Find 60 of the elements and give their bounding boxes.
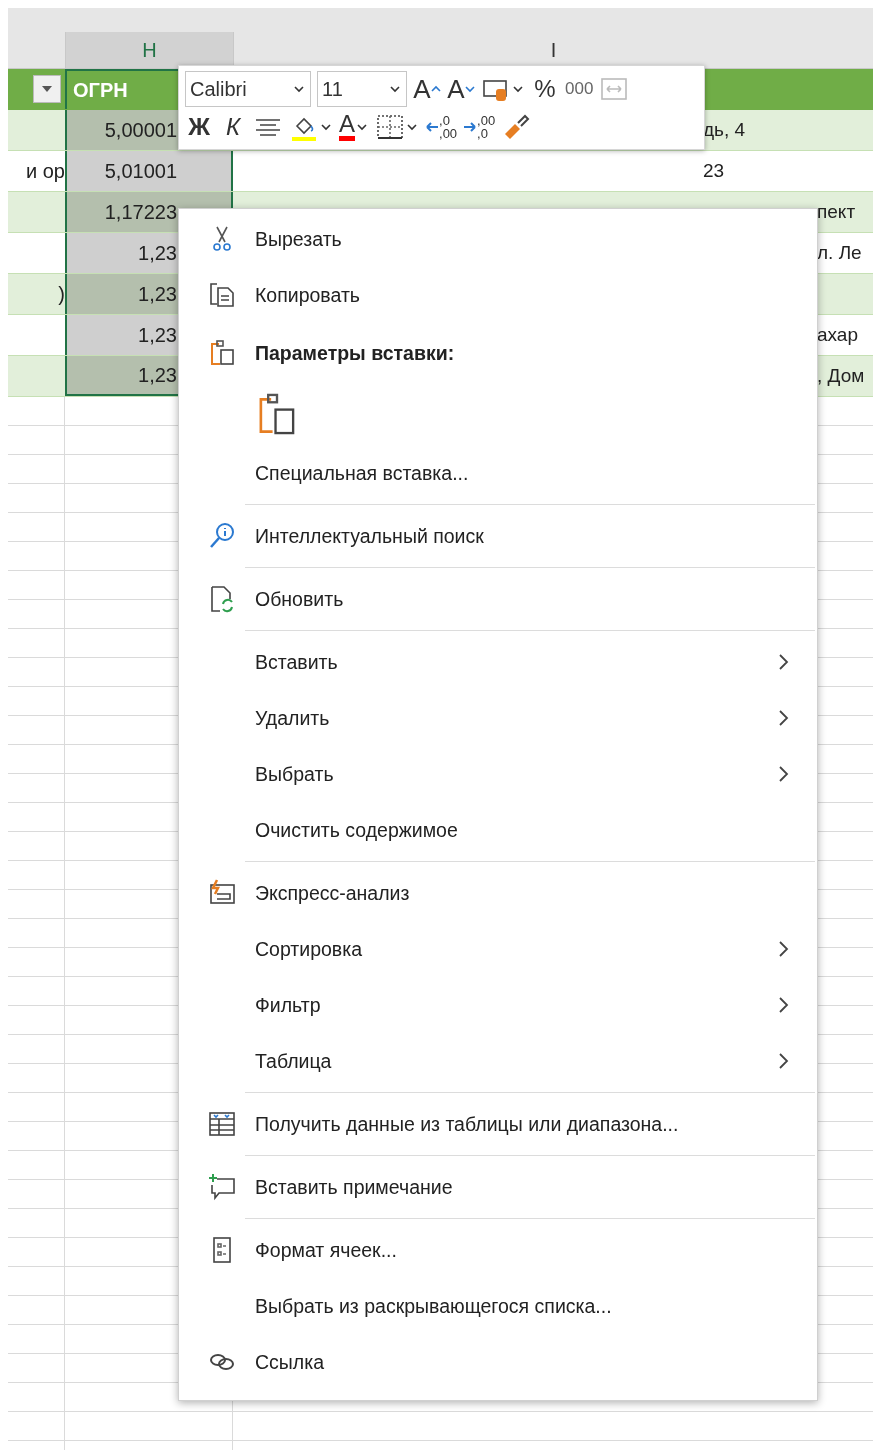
menu-item[interactable]: Выбрать из раскрывающегося списка...: [179, 1278, 817, 1334]
table-cell: 5,01001: [104, 159, 177, 183]
menu-item[interactable]: Вставить: [179, 634, 817, 690]
dropdown-arrow-icon: [40, 84, 54, 94]
menu-item[interactable]: Вырезать: [179, 211, 817, 267]
arrow-icon: [425, 119, 439, 134]
shrink-font-button[interactable]: A: [447, 72, 475, 106]
arrow-icon: [463, 119, 478, 134]
table-cell: л. Ле: [817, 242, 862, 264]
column-header[interactable]: H: [65, 32, 233, 68]
filter-dropdown-button[interactable]: [33, 75, 61, 103]
menu-item[interactable]: Очистить содержимое: [179, 802, 817, 858]
table-cell: и ор: [26, 159, 65, 183]
table-icon: [207, 1109, 237, 1139]
menu-item[interactable]: Вставить примечание: [179, 1159, 817, 1215]
menu-item[interactable]: Ссылка: [179, 1334, 817, 1390]
menu-item[interactable]: Удалить: [179, 690, 817, 746]
table-cell: 1,23: [138, 282, 177, 306]
table-cell: пект: [817, 201, 856, 223]
chevron-right-icon: [777, 995, 791, 1015]
increase-decimal-button[interactable]: ,0 ,00: [425, 109, 458, 144]
table-cell: ): [58, 282, 65, 306]
menu-item[interactable]: Выбрать: [179, 746, 817, 802]
chevron-right-icon: [777, 1051, 791, 1071]
italic-button[interactable]: К: [219, 109, 247, 144]
chevron-right-icon: [777, 939, 791, 959]
chevron-right-icon: [777, 652, 791, 672]
grow-font-button[interactable]: A: [413, 72, 441, 106]
table-cell: 1,17223: [104, 200, 177, 224]
table-cell: ахар: [817, 324, 858, 346]
menu-item[interactable]: Таблица: [179, 1033, 817, 1089]
menu-item[interactable]: Копировать: [179, 267, 817, 323]
menu-item[interactable]: Интеллектуальный поиск: [179, 508, 817, 564]
menu-item[interactable]: Специальная вставка...: [179, 445, 817, 501]
font-name-field[interactable]: Calibri: [185, 71, 311, 107]
menu-item[interactable]: Сортировка: [179, 921, 817, 977]
table-cell: 1,23: [138, 323, 177, 347]
menu-item[interactable]: Фильтр: [179, 977, 817, 1033]
table-cell: 5,00001: [104, 118, 177, 142]
table-cell: 23: [703, 160, 725, 182]
copy-icon: [207, 280, 237, 310]
table-cell: 1,23: [138, 363, 177, 387]
menu-item[interactable]: Формат ячеек...: [179, 1222, 817, 1278]
menu-item[interactable]: Получить данные из таблицы или диапазона...: [179, 1096, 817, 1152]
decrease-decimal-button[interactable]: ,00 ,0: [463, 109, 496, 144]
table-cell: , Дом: [817, 365, 865, 387]
chevron-right-icon: [777, 764, 791, 784]
menu-item[interactable]: Экспресс-анализ: [179, 865, 817, 921]
thousands-button[interactable]: 000: [565, 72, 594, 106]
percent-button[interactable]: %: [531, 72, 559, 106]
font-size-field[interactable]: 11: [317, 71, 407, 107]
menu-section-heading: Параметры вставки:: [179, 323, 817, 383]
font-color-button[interactable]: A: [339, 109, 369, 144]
menu-item[interactable]: Обновить: [179, 571, 817, 627]
table-cell: 1,23: [138, 241, 177, 265]
bold-button[interactable]: Ж: [185, 109, 213, 144]
down-caret-icon: [464, 84, 475, 94]
add-comment-icon: [207, 1172, 237, 1202]
up-caret-icon: [430, 84, 441, 94]
chevron-right-icon: [777, 708, 791, 728]
